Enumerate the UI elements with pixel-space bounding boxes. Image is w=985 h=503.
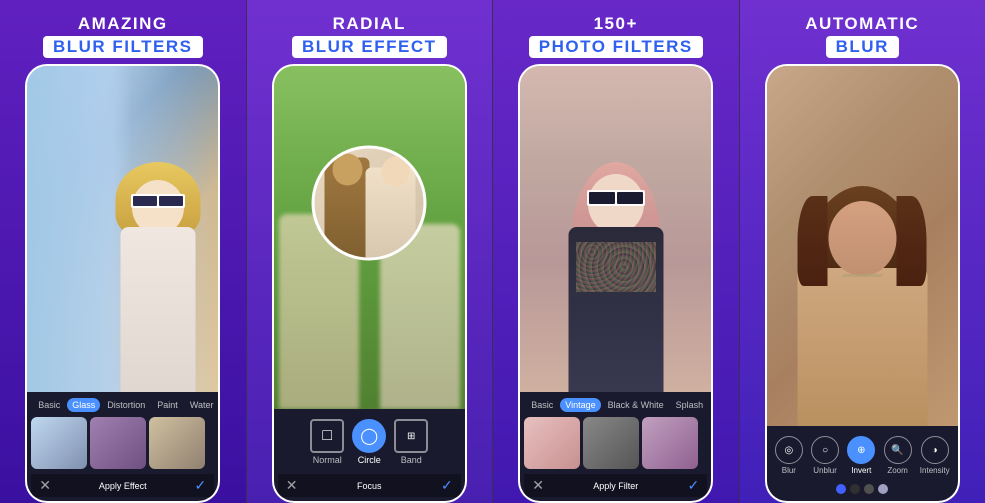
panel-photo-filters: 150+ PHOTO FILTERS bbox=[493, 0, 739, 503]
color-dot-1[interactable] bbox=[836, 484, 846, 494]
zoom-label: Zoom bbox=[887, 466, 907, 475]
phone-image-2 bbox=[274, 66, 465, 409]
filter-tabs-1: Basic Glass Distortion Paint Water bbox=[31, 398, 214, 412]
panel-4-title-line2: BLUR bbox=[826, 36, 899, 58]
phone-frame-2: □ Normal ◯ Circle ⊞ Band ✕ Focus ✓ bbox=[272, 64, 467, 503]
phone-image-1 bbox=[27, 66, 218, 392]
shape-normal[interactable]: □ Normal bbox=[310, 419, 344, 465]
thumbnail-3a[interactable] bbox=[524, 417, 580, 469]
phone-frame-3: Basic Vintage Black & White Splash ✕ App… bbox=[518, 64, 713, 503]
shape-row: □ Normal ◯ Circle ⊞ Band bbox=[278, 415, 461, 469]
color-dots bbox=[771, 481, 954, 497]
tab-paint[interactable]: Paint bbox=[152, 398, 183, 412]
panel-4-title: AUTOMATIC BLUR bbox=[805, 14, 919, 58]
action-bar-3: ✕ Apply Filter ✓ bbox=[524, 474, 707, 497]
thumbnail-3c[interactable] bbox=[642, 417, 698, 469]
apply-filter-label[interactable]: Apply Filter bbox=[544, 481, 688, 491]
invert-label: Invert bbox=[851, 466, 871, 475]
panel-3-title: 150+ PHOTO FILTERS bbox=[529, 14, 703, 58]
thumbnail-row-1 bbox=[31, 417, 214, 469]
tab-basic-3[interactable]: Basic bbox=[526, 398, 558, 412]
thumbnail-3b[interactable] bbox=[583, 417, 639, 469]
tool-invert[interactable]: ⊕ Invert bbox=[847, 436, 875, 475]
phone-frame-4: ◎ Blur ○ Unblur ⊕ Invert 🔍 Zoom ◑ Int bbox=[765, 64, 960, 503]
panel-2-title-line1: RADIAL bbox=[292, 14, 447, 34]
color-dot-4[interactable] bbox=[878, 484, 888, 494]
phone-4-controls: ◎ Blur ○ Unblur ⊕ Invert 🔍 Zoom ◑ Int bbox=[767, 426, 958, 501]
intensity-label: Intensity bbox=[920, 466, 950, 475]
filter-tabs-3: Basic Vintage Black & White Splash bbox=[524, 398, 707, 412]
panel-3-title-line2: PHOTO FILTERS bbox=[529, 36, 703, 58]
panel-radial-blur: RADIAL BLUR EFFECT □ Normal bbox=[247, 0, 493, 503]
tab-splash[interactable]: Splash bbox=[671, 398, 709, 412]
phone-3-controls: Basic Vintage Black & White Splash ✕ App… bbox=[520, 392, 711, 501]
close-icon-1[interactable]: ✕ bbox=[39, 477, 51, 494]
panel-1-title-line1: AMAZING bbox=[43, 14, 203, 34]
panel-2-title: RADIAL BLUR EFFECT bbox=[292, 14, 447, 58]
phone-frame-1: Basic Glass Distortion Paint Water ✕ App… bbox=[25, 64, 220, 503]
tools-row: ◎ Blur ○ Unblur ⊕ Invert 🔍 Zoom ◑ Int bbox=[771, 432, 954, 477]
action-bar-2: ✕ Focus ✓ bbox=[278, 474, 461, 497]
unblur-label: Unblur bbox=[813, 466, 837, 475]
shape-band[interactable]: ⊞ Band bbox=[394, 419, 428, 465]
tool-unblur[interactable]: ○ Unblur bbox=[811, 436, 839, 475]
apply-effect-label[interactable]: Apply Effect bbox=[51, 481, 195, 491]
normal-label: Normal bbox=[313, 455, 342, 465]
circle-shape-icon[interactable]: ◯ bbox=[352, 419, 386, 453]
thumbnail-3[interactable] bbox=[149, 417, 205, 469]
circle-label: Circle bbox=[358, 455, 381, 465]
band-label: Band bbox=[401, 455, 422, 465]
phone-image-4 bbox=[767, 66, 958, 426]
check-icon-2[interactable]: ✓ bbox=[441, 477, 453, 494]
color-dot-3[interactable] bbox=[864, 484, 874, 494]
invert-tool-icon[interactable]: ⊕ bbox=[847, 436, 875, 464]
tab-distortion[interactable]: Distortion bbox=[102, 398, 150, 412]
normal-shape-icon[interactable]: □ bbox=[310, 419, 344, 453]
action-bar-1: ✕ Apply Effect ✓ bbox=[31, 474, 214, 497]
panel-4-title-line1: AUTOMATIC bbox=[805, 14, 919, 34]
thumbnail-row-3 bbox=[524, 417, 707, 469]
close-icon-2[interactable]: ✕ bbox=[286, 477, 298, 494]
focus-label[interactable]: Focus bbox=[297, 481, 441, 491]
tab-basic-1[interactable]: Basic bbox=[33, 398, 65, 412]
check-icon-3[interactable]: ✓ bbox=[688, 477, 700, 494]
blur-tool-icon[interactable]: ◎ bbox=[775, 436, 803, 464]
unblur-tool-icon[interactable]: ○ bbox=[811, 436, 839, 464]
phone-2-controls: □ Normal ◯ Circle ⊞ Band ✕ Focus ✓ bbox=[274, 409, 465, 501]
phone-image-3 bbox=[520, 66, 711, 392]
intensity-tool-icon[interactable]: ◑ bbox=[921, 436, 949, 464]
band-shape-icon[interactable]: ⊞ bbox=[394, 419, 428, 453]
tab-glass[interactable]: Glass bbox=[67, 398, 100, 412]
close-icon-3[interactable]: ✕ bbox=[532, 477, 544, 494]
tab-vintage[interactable]: Vintage bbox=[560, 398, 600, 412]
panel-automatic-blur: AUTOMATIC BLUR ◎ bbox=[740, 0, 985, 503]
tool-zoom[interactable]: 🔍 Zoom bbox=[884, 436, 912, 475]
thumbnail-2[interactable] bbox=[90, 417, 146, 469]
tab-bw[interactable]: Black & White bbox=[603, 398, 669, 412]
panel-1-title: AMAZING BLUR FILTERS bbox=[43, 14, 203, 58]
panel-1-title-line2: BLUR FILTERS bbox=[43, 36, 203, 58]
tab-water[interactable]: Water bbox=[185, 398, 219, 412]
blur-label: Blur bbox=[782, 466, 796, 475]
thumbnail-1[interactable] bbox=[31, 417, 87, 469]
phone-1-controls: Basic Glass Distortion Paint Water ✕ App… bbox=[27, 392, 218, 501]
color-dot-2[interactable] bbox=[850, 484, 860, 494]
check-icon-1[interactable]: ✓ bbox=[195, 477, 207, 494]
panel-blur-filters: AMAZING BLUR FILTERS Basic bbox=[0, 0, 246, 503]
tool-intensity[interactable]: ◑ Intensity bbox=[920, 436, 950, 475]
panel-3-title-line1: 150+ bbox=[529, 14, 703, 34]
panel-2-title-line2: BLUR EFFECT bbox=[292, 36, 447, 58]
zoom-tool-icon[interactable]: 🔍 bbox=[884, 436, 912, 464]
shape-circle[interactable]: ◯ Circle bbox=[352, 419, 386, 465]
tool-blur[interactable]: ◎ Blur bbox=[775, 436, 803, 475]
